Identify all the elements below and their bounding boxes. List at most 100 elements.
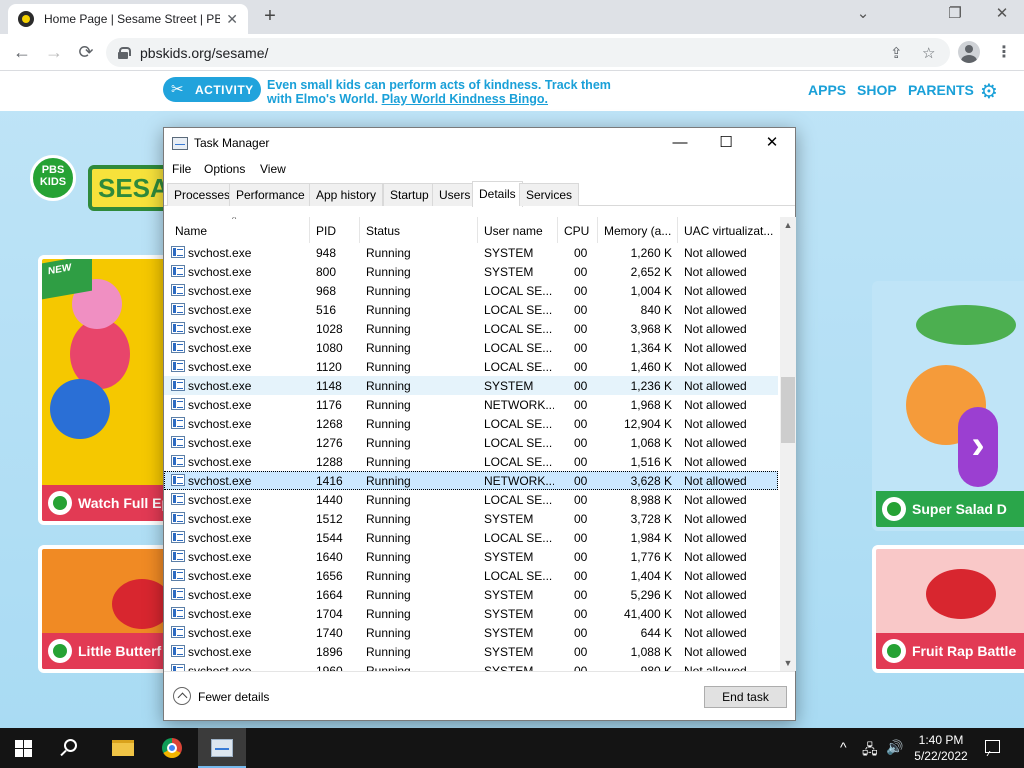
table-row[interactable]: svchost.exe 1896 Running SYSTEM 00 1,088 K Not…	[164, 642, 778, 661]
tab-services[interactable]: Services	[519, 183, 580, 206]
share-icon[interactable]: ⇪	[890, 44, 903, 62]
column-header-uac[interactable]: UAC virtualizat...	[678, 217, 778, 243]
pbs-kids-logo[interactable]: PBS KIDS	[30, 155, 76, 201]
minimize-button[interactable]: —	[657, 132, 703, 156]
fewer-details-link[interactable]: Fewer details	[198, 690, 269, 704]
table-row[interactable]: svchost.exe 516 Running LOCAL SE... 00 840 K N…	[164, 300, 778, 319]
column-header-memory[interactable]: Memory (a...	[598, 217, 678, 243]
profile-avatar-icon[interactable]	[958, 41, 980, 63]
little-butterfly-card[interactable]: Little Butterf	[38, 545, 178, 673]
table-row[interactable]: svchost.exe 1440 Running LOCAL SE... 00 8,988…	[164, 490, 778, 509]
chrome-icon[interactable]	[162, 738, 182, 758]
table-row[interactable]: svchost.exe 1960 Running SYSTEM 00 980 K Not a…	[164, 661, 778, 671]
taskbar-clock[interactable]: 1:40 PM 5/22/2022	[912, 732, 970, 764]
task-manager-taskbar-icon[interactable]	[211, 739, 233, 757]
table-row[interactable]: svchost.exe 800 Running SYSTEM 00 2,652 K Not …	[164, 262, 778, 281]
bookmark-star-icon[interactable]: ☆	[922, 44, 935, 62]
activity-badge[interactable]: ACTIVITY	[163, 77, 261, 102]
table-row[interactable]: svchost.exe 1656 Running LOCAL SE... 00 1,404…	[164, 566, 778, 585]
carousel-next-button[interactable]: ›	[958, 407, 998, 487]
nav-apps[interactable]: APPS	[808, 82, 846, 98]
column-header-user-name[interactable]: User name	[478, 217, 558, 243]
volume-icon[interactable]: 🔊	[886, 739, 903, 756]
table-row[interactable]: svchost.exe 1148 Running SYSTEM 00 1,236 K Not…	[164, 376, 778, 395]
table-row[interactable]: svchost.exe 1288 Running LOCAL SE... 00 1,516…	[164, 452, 778, 471]
browser-menu-icon[interactable]: ⋮	[996, 42, 1012, 62]
restore-icon[interactable]: ❐	[943, 4, 967, 22]
table-row[interactable]: svchost.exe 948 Running SYSTEM 00 1,260 K Not …	[164, 243, 778, 262]
tab-close-icon[interactable]: ✕	[226, 11, 238, 28]
watch-episodes-card[interactable]: NEW Watch Full Ep	[38, 255, 178, 525]
table-row[interactable]: svchost.exe 1416 Running NETWORK... 00 3,628 …	[164, 471, 778, 490]
search-icon[interactable]	[64, 739, 77, 752]
column-header-name[interactable]: ^ Name	[164, 217, 310, 243]
table-row[interactable]: svchost.exe 1276 Running LOCAL SE... 00 1,068…	[164, 433, 778, 452]
table-row[interactable]: svchost.exe 1120 Running LOCAL SE... 00 1,460…	[164, 357, 778, 376]
window-close-icon[interactable]: ✕	[990, 4, 1014, 22]
notification-icon[interactable]	[985, 740, 1000, 753]
chevron-up-icon[interactable]	[173, 687, 191, 705]
address-bar[interactable]: pbskids.org/sesame/ ⇪ ☆	[106, 38, 950, 67]
card-label-bar: Fruit Rap Battle	[876, 633, 1024, 669]
tab-app-history[interactable]: App history	[309, 183, 384, 206]
fruit-rap-battle-card[interactable]: Fruit Rap Battle	[872, 545, 1024, 673]
scroll-thumb[interactable]	[781, 377, 795, 443]
tab-title: Home Page | Sesame Street | PBS KIDS	[44, 12, 220, 26]
table-row[interactable]: svchost.exe 1740 Running SYSTEM 00 644 K Not a…	[164, 623, 778, 642]
lock-icon[interactable]	[118, 46, 131, 59]
scroll-down-arrow[interactable]: ▼	[780, 655, 796, 671]
tab-users[interactable]: Users	[432, 183, 478, 206]
reload-button[interactable]: ⟳	[74, 40, 98, 64]
table-row[interactable]: svchost.exe 1080 Running LOCAL SE... 00 1,364…	[164, 338, 778, 357]
close-button[interactable]: ✕	[749, 132, 795, 156]
menu-options[interactable]: Options	[204, 162, 245, 176]
table-row[interactable]: svchost.exe 1704 Running SYSTEM 00 41,400 K No…	[164, 604, 778, 623]
menu-file[interactable]: File	[172, 162, 191, 176]
new-tab-button[interactable]: +	[258, 5, 282, 28]
process-pid: 1664	[316, 588, 343, 602]
task-manager-titlebar[interactable]: Task Manager — ☐ ✕	[164, 128, 795, 159]
tab-processes[interactable]: Processes	[167, 183, 238, 206]
table-row[interactable]: svchost.exe 1028 Running LOCAL SE... 00 3,968…	[164, 319, 778, 338]
table-row[interactable]: svchost.exe 968 Running LOCAL SE... 00 1,004 …	[164, 281, 778, 300]
table-row[interactable]: svchost.exe 1544 Running LOCAL SE... 00 1,984…	[164, 528, 778, 547]
back-button[interactable]: ←	[10, 40, 34, 64]
process-name: svchost.exe	[188, 417, 252, 431]
tab-startup[interactable]: Startup	[383, 183, 436, 206]
process-uac: Not allowed	[684, 322, 747, 336]
nav-parents[interactable]: PARENTS	[908, 82, 974, 98]
network-icon[interactable]: 🖧	[862, 739, 878, 763]
kindness-bingo-link[interactable]: Play World Kindness Bingo.	[382, 92, 548, 106]
vertical-scrollbar[interactable]: ▲ ▼	[780, 217, 796, 671]
process-cpu: 00	[574, 322, 588, 336]
menu-view[interactable]: View	[260, 162, 286, 176]
column-header-status[interactable]: Status	[360, 217, 478, 243]
process-pid: 1960	[316, 664, 343, 671]
table-row[interactable]: svchost.exe 1176 Running NETWORK... 00 1,968 …	[164, 395, 778, 414]
browser-tab[interactable]: Home Page | Sesame Street | PBS KIDS ✕	[8, 4, 248, 34]
table-row[interactable]: svchost.exe 1512 Running SYSTEM 00 3,728 K Not…	[164, 509, 778, 528]
table-row[interactable]: svchost.exe 1664 Running SYSTEM 00 5,296 K Not…	[164, 585, 778, 604]
scroll-up-arrow[interactable]: ▲	[780, 217, 796, 233]
minimize-icon[interactable]: ⌄	[851, 4, 875, 22]
windows-start-icon[interactable]	[15, 740, 32, 757]
url-text[interactable]: pbskids.org/sesame/	[140, 45, 268, 61]
process-memory: 3,628 K	[630, 474, 672, 488]
nav-shop[interactable]: SHOP	[857, 82, 897, 98]
maximize-button[interactable]: ☐	[703, 132, 749, 156]
gear-icon[interactable]: ⚙	[980, 79, 998, 104]
tab-details[interactable]: Details	[472, 181, 523, 207]
column-header-pid[interactable]: PID	[310, 217, 360, 243]
table-row[interactable]: svchost.exe 1268 Running LOCAL SE... 00 12,90…	[164, 414, 778, 433]
end-task-button[interactable]: End task	[704, 686, 787, 708]
process-pid: 1512	[316, 512, 343, 526]
forward-button[interactable]: →	[42, 40, 66, 64]
browser-tabstrip: Home Page | Sesame Street | PBS KIDS ✕ +…	[0, 0, 1024, 34]
clock-date: 5/22/2022	[914, 749, 968, 763]
tab-performance[interactable]: Performance	[229, 183, 312, 206]
table-row[interactable]: svchost.exe 1640 Running SYSTEM 00 1,776 K Not…	[164, 547, 778, 566]
folder-icon[interactable]	[112, 740, 134, 756]
tray-chevron-icon[interactable]: ^	[840, 739, 847, 755]
super-salad-card[interactable]: Super Salad D	[872, 281, 1024, 531]
column-header-cpu[interactable]: CPU	[558, 217, 598, 243]
